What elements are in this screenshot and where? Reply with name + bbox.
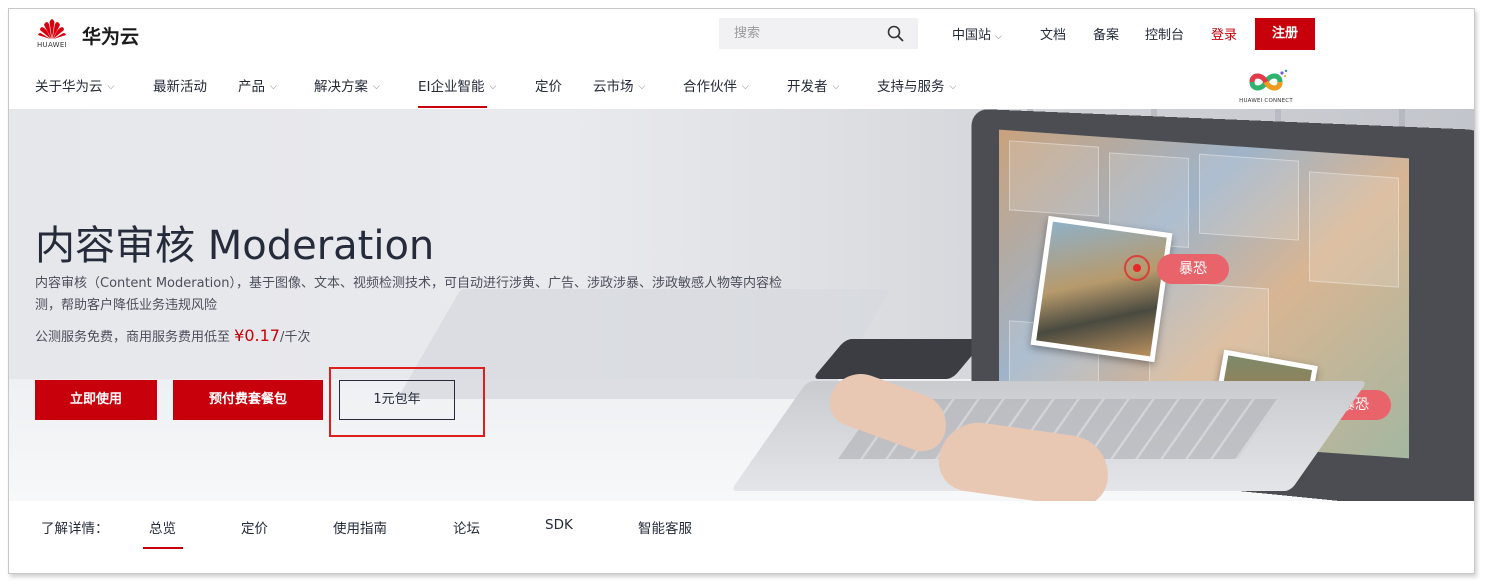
console-link[interactable]: 控制台 — [1145, 24, 1184, 43]
hero-title: 内容审核 Moderation — [35, 223, 435, 269]
hero-banner: 暴恐 暴恐 内容审核 Moderation 内容审核（Content Moder… — [9, 109, 1474, 501]
flagged-photo-content — [1036, 221, 1167, 357]
chevron-down-icon: ⌵ — [832, 82, 840, 92]
search-box[interactable] — [719, 18, 918, 49]
tab-forum[interactable]: 论坛 — [453, 517, 480, 537]
target-icon — [1124, 255, 1150, 281]
chevron-down-icon: ⌵ — [270, 82, 277, 92]
nav-item-pricing[interactable]: 定价 — [535, 75, 562, 95]
huawei-logo-icon[interactable]: HUAWEI — [35, 19, 69, 51]
chevron-down-icon: ⌵ — [638, 82, 646, 92]
tab-smart-service[interactable]: 智能客服 — [638, 517, 692, 537]
chevron-down-icon: ⌵ — [949, 82, 957, 92]
price-amount: ¥0.17 — [234, 326, 280, 345]
tab-active-underline — [143, 547, 183, 549]
annotation-highlight-box — [329, 367, 485, 437]
price-prefix: 公测服务免费，商用服务费用低至 — [35, 330, 235, 345]
region-label: 中国站 — [952, 28, 992, 43]
tab-sdk[interactable]: SDK — [545, 517, 573, 533]
nav-item-ei[interactable]: EI企业智能 ⌵ — [418, 75, 496, 95]
nav-item-activities[interactable]: 最新活动 — [153, 75, 207, 95]
use-now-button[interactable]: 立即使用 — [35, 380, 157, 420]
screen-photo-tile — [1009, 140, 1099, 217]
login-link[interactable]: 登录 — [1211, 24, 1237, 43]
tab-guide[interactable]: 使用指南 — [333, 517, 387, 537]
brand-name[interactable]: 华为云 — [82, 22, 139, 49]
price-unit: /千次 — [279, 330, 311, 345]
nav-item-label: 解决方案 — [314, 79, 368, 95]
nav-item-label: 开发者 — [787, 79, 828, 95]
tab-overview[interactable]: 总览 — [149, 517, 176, 537]
nav-item-support[interactable]: 支持与服务 ⌵ — [877, 75, 956, 95]
chevron-down-icon: ⌵ — [742, 82, 749, 92]
prepaid-package-button[interactable]: 预付费套餐包 — [173, 380, 323, 420]
nav-item-label: 合作伙伴 — [683, 79, 737, 95]
nav-item-partners[interactable]: 合作伙伴 ⌵ — [683, 75, 749, 95]
nav-item-marketplace[interactable]: 云市场 ⌵ — [593, 75, 645, 95]
nav-item-label: 产品 — [238, 79, 265, 95]
nav-item-products[interactable]: 产品 ⌵ — [238, 75, 277, 95]
nav-item-developers[interactable]: 开发者 ⌵ — [787, 75, 839, 95]
screen-photo-tile — [1199, 153, 1299, 241]
detail-tabs: 了解详情： 总览 定价 使用指南 论坛 SDK 智能客服 — [9, 501, 1474, 559]
chevron-down-icon: ⌵ — [995, 32, 1002, 42]
top-bar: HUAWEI 华为云 中国站⌵ 文档 备案 控制台 登录 注册 — [9, 9, 1474, 59]
screen-photo-tile — [1309, 171, 1399, 288]
search-icon[interactable] — [887, 25, 904, 42]
hero-description: 内容审核（Content Moderation），基于图像、文本、视频检测技术，… — [35, 276, 782, 313]
connect-logo-text: HUAWEI CONNECT — [1239, 98, 1293, 104]
flagged-photo — [1030, 215, 1173, 363]
browser-frame: HUAWEI 华为云 中国站⌵ 文档 备案 控制台 登录 注册 关于华为云⌵ 最… — [8, 8, 1475, 574]
huawei-connect-logo-icon[interactable]: HUAWEI CONNECT — [1236, 66, 1296, 106]
infinity-logo-icon — [1249, 69, 1288, 91]
nav-item-label: 关于华为云 — [35, 79, 103, 95]
nav-item-label: 定价 — [535, 79, 562, 95]
nav-item-label: 云市场 — [593, 79, 634, 95]
register-button[interactable]: 注册 — [1255, 18, 1315, 50]
nav-item-label: 支持与服务 — [877, 79, 945, 95]
nav-active-underline — [418, 106, 487, 108]
flag-tag: 暴恐 — [1157, 254, 1229, 284]
chevron-down-icon: ⌵ — [373, 82, 380, 92]
search-input[interactable] — [719, 18, 884, 49]
tab-pricing[interactable]: 定价 — [241, 517, 268, 537]
nav-item-label: 最新活动 — [153, 79, 207, 95]
hero-price: 公测服务免费，商用服务费用低至 ¥0.17/千次 — [35, 326, 310, 345]
chevron-down-icon: ⌵ — [489, 82, 497, 92]
huawei-logo-word: HUAWEI — [36, 41, 67, 49]
docs-link[interactable]: 文档 — [1040, 24, 1066, 43]
filing-link[interactable]: 备案 — [1093, 24, 1119, 43]
nav-item-solutions[interactable]: 解决方案 ⌵ — [314, 75, 380, 95]
chevron-down-icon: ⌵ — [107, 82, 115, 92]
region-selector[interactable]: 中国站 ⌵ — [952, 24, 1002, 43]
huawei-petals-icon — [38, 19, 66, 39]
nav-item-about[interactable]: 关于华为云 ⌵ — [35, 75, 114, 95]
nav-item-label: EI企业智能 — [418, 79, 485, 95]
tabs-label: 了解详情： — [41, 521, 109, 537]
